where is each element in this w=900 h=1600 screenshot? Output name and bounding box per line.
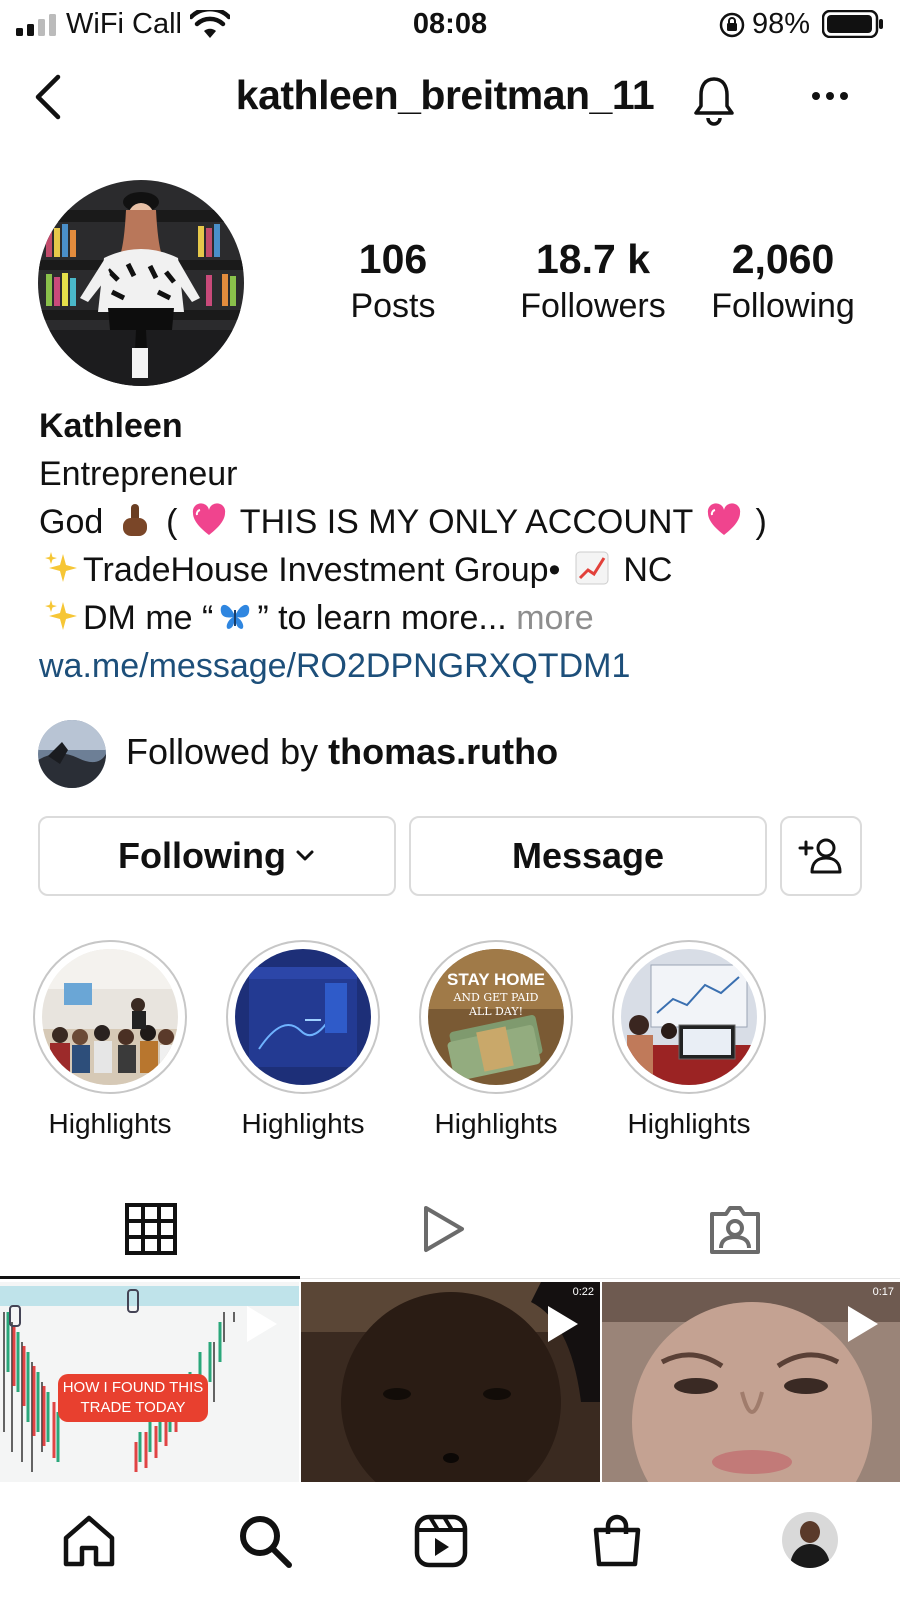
posts-count: 106 (358, 236, 428, 282)
sparkles-emoji-icon (45, 600, 77, 630)
search-icon[interactable] (236, 1512, 294, 1570)
bio-text-paren-close: ) (755, 503, 767, 541)
reels-icon[interactable] (412, 1512, 470, 1570)
followed-by-photo (38, 720, 106, 788)
add-user-button[interactable] (780, 816, 862, 896)
followers-label: Followers (520, 287, 666, 325)
highlight-label: Highlights (241, 1108, 365, 1139)
bio-more-link[interactable]: more (516, 599, 593, 637)
highlight-cover-text-2: AND GET PAID (453, 991, 539, 1004)
profile-avatar-nav[interactable] (782, 1512, 838, 1568)
bio-text-paren-open: ( (166, 503, 178, 541)
profile-bio: Kathleen Entrepreneur God ( THIS IS MY O… (39, 402, 869, 690)
post-thumbnail[interactable]: How I found this trade today (0, 1282, 299, 1482)
highlight-item[interactable]: Highlights (226, 940, 380, 1140)
highlight-item[interactable]: STAY HOME AND GET PAID ALL DAY! Highligh… (419, 940, 573, 1140)
shop-icon[interactable] (588, 1512, 646, 1570)
post-caption-badge: How I found this trade today (58, 1374, 208, 1422)
battery-icon (822, 10, 883, 38)
bio-line-2: God ( THIS IS MY ONLY ACCOUNT ) (39, 498, 869, 546)
profile-photo (38, 180, 244, 386)
post-duration: 0:22 (572, 1286, 594, 1298)
more-icon[interactable] (810, 90, 850, 102)
bio-text-god: God (39, 503, 104, 541)
play-icon (247, 1306, 277, 1342)
highlight-cover (621, 949, 757, 1085)
post-thumbnail[interactable]: 0:17 (602, 1282, 900, 1482)
following-button[interactable]: Following (38, 816, 396, 896)
profile-username: kathleen_breitman_11 (235, 72, 655, 118)
add-user-icon (798, 838, 842, 874)
following-count: 2,060 (731, 236, 835, 282)
chart-increasing-emoji-icon (575, 551, 609, 585)
play-icon (848, 1306, 878, 1342)
highlight-ring (612, 940, 766, 1094)
stat-followers[interactable]: 18.7 k Followers (500, 236, 686, 326)
active-tab-indicator (0, 1276, 300, 1279)
bottom-navigation (0, 1482, 900, 1600)
highlight-label: Highlights (627, 1108, 751, 1139)
tagged-icon[interactable] (708, 1202, 762, 1256)
highlight-cover: STAY HOME AND GET PAID ALL DAY! (428, 949, 564, 1085)
heart-emoji-icon (192, 503, 226, 535)
sparkles-emoji-icon (45, 552, 77, 582)
highlight-cover-text-3: ALL DAY! (468, 1005, 524, 1018)
bio-text-company: TradeHouse Investment Group• (83, 551, 561, 589)
bio-external-link[interactable]: wa.me/message/RO2DPNGRXQTDM1 (39, 642, 869, 690)
highlight-ring (33, 940, 187, 1094)
bio-text-only-account: THIS IS MY ONLY ACCOUNT (239, 503, 693, 541)
reels-tab-icon[interactable] (416, 1202, 470, 1256)
followed-by-prefix: Followed by (126, 731, 329, 772)
stat-posts[interactable]: 106 Posts (340, 236, 446, 326)
bio-text-learn-more: ” to learn more... (257, 599, 507, 637)
bio-line-4: DM me “ ” to learn more... more (39, 594, 869, 642)
message-button-label: Message (511, 835, 665, 876)
stat-following[interactable]: 2,060 Following (694, 236, 872, 326)
profile-avatar-nav-photo (782, 1512, 838, 1568)
following-label: Following (711, 287, 855, 325)
profile-display-name: Kathleen (39, 407, 183, 445)
followed-by-user: thomas.rutho (328, 731, 559, 772)
bio-line-1: Entrepreneur (39, 455, 238, 493)
post-thumbnail[interactable]: 0:22 (301, 1282, 600, 1482)
profile-avatar[interactable] (38, 180, 244, 386)
rotation-lock-icon (719, 12, 745, 38)
message-button[interactable]: Message (409, 816, 767, 896)
heart-emoji-icon (707, 503, 741, 535)
chevron-down-icon (296, 850, 314, 861)
followed-by-text[interactable]: Followed by thomas.rutho (126, 731, 558, 773)
highlight-cover-text-1: STAY HOME (447, 970, 545, 989)
play-icon (548, 1306, 578, 1342)
highlight-item[interactable]: Highlights (33, 940, 187, 1140)
highlight-cover (235, 949, 371, 1085)
grid-icon[interactable] (124, 1202, 178, 1256)
followed-by-avatar[interactable] (38, 720, 106, 788)
back-icon[interactable] (30, 72, 66, 122)
bio-line-3: TradeHouse Investment Group• NC (39, 546, 869, 594)
bell-icon[interactable] (690, 74, 738, 126)
pointing-up-emoji-icon (122, 504, 147, 536)
highlight-item[interactable]: Highlights (612, 940, 766, 1140)
status-bar: WiFi Call 08:08 98% (0, 0, 900, 50)
home-icon[interactable] (60, 1512, 118, 1570)
highlight-cover (42, 949, 178, 1085)
post-duration: 0:17 (872, 1286, 894, 1298)
highlight-ring: STAY HOME AND GET PAID ALL DAY! (419, 940, 573, 1094)
highlight-label: Highlights (434, 1108, 558, 1139)
highlight-ring (226, 940, 380, 1094)
followers-count: 18.7 k (536, 236, 650, 282)
battery-percent: 98% (752, 8, 811, 40)
bio-text-location: NC (623, 551, 673, 589)
highlight-label: Highlights (48, 1108, 172, 1139)
posts-label: Posts (350, 287, 436, 325)
following-button-label: Following (118, 835, 286, 876)
butterfly-emoji-icon (221, 604, 250, 629)
bio-text-dm: DM me “ (83, 599, 214, 637)
